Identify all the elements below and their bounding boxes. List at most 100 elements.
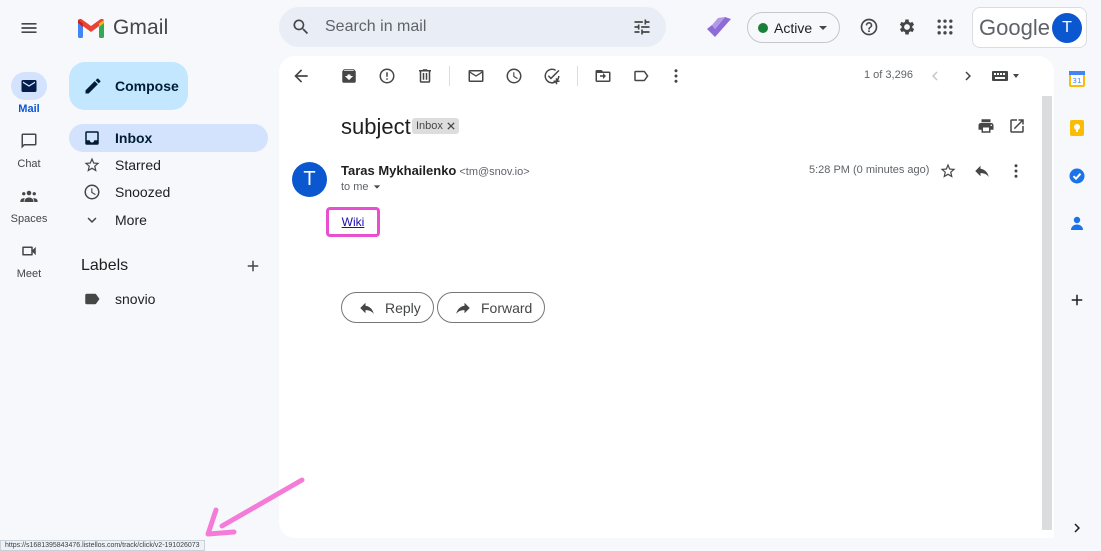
more-options-button[interactable] [666,66,686,86]
reply-button[interactable]: Reply [341,292,434,323]
forward-icon [456,302,470,314]
gear-icon [899,19,915,35]
recipient-details[interactable]: to me [341,181,381,193]
star-outline-icon [940,163,956,178]
chip-label: Inbox [416,120,443,132]
input-tools-button[interactable] [990,66,1022,86]
rail-chat-label: Chat [17,158,41,170]
add-task-icon [544,68,560,85]
star-button[interactable] [938,161,958,181]
star-outline-icon [84,157,100,172]
get-addons-button[interactable] [1066,289,1088,311]
trash-icon [419,69,431,83]
toolbar-divider [577,66,578,86]
calendar-app-button[interactable]: 31 [1066,68,1088,90]
inbox-icon [85,131,99,145]
plus-icon [247,260,259,272]
mark-unread-button[interactable] [466,66,486,86]
gmail-m-icon [78,18,104,38]
chat-icon [21,133,37,149]
snooze-button[interactable] [504,66,524,86]
account-switcher[interactable]: Google T [972,7,1087,48]
sender-email: <tm@snov.io> [459,166,530,178]
folder-move-icon [595,70,611,82]
rail-mail[interactable]: Mail [4,72,54,115]
older-button[interactable] [958,66,978,86]
message-scrollbar[interactable] [1042,96,1052,530]
forward-button[interactable]: Forward [437,292,546,323]
contacts-person-icon [1071,216,1083,230]
google-brand-text: Google [979,14,1050,40]
inbox-label-chip[interactable]: Inbox [412,118,459,134]
apps-button[interactable] [933,15,957,39]
reply-quick-button[interactable] [972,161,992,181]
tasks-app-button[interactable] [1066,165,1088,187]
arrow-back-icon [294,69,308,83]
link-hover-url: https://s1681395843476.listellos.com/tra… [0,540,205,551]
clock-icon [506,68,522,84]
delete-button[interactable] [415,66,435,86]
mail-icon [21,80,37,92]
rail-meet[interactable]: Meet [4,237,54,280]
apps-grid-icon [937,19,953,35]
archive-icon [342,69,356,83]
sidebar-item-label: More [115,212,147,228]
message-timestamp: 5:28 PM (0 minutes ago) [809,164,930,176]
sidebar-item-label: snovio [115,291,156,307]
sidebar-item-inbox[interactable]: Inbox [69,124,268,152]
assistant-logo-icon[interactable] [704,13,734,41]
compose-button[interactable]: Compose [69,62,188,110]
rail-chat[interactable]: Chat [4,127,54,170]
pencil-icon [85,78,101,94]
contacts-app-button[interactable] [1066,212,1088,234]
chevron-down-icon [87,217,97,223]
newer-button[interactable] [925,66,945,86]
menu-icon [21,23,37,33]
keep-app-button[interactable] [1066,117,1088,139]
sender-avatar[interactable]: T [292,162,327,197]
forward-label: Forward [481,299,533,316]
open-new-window-button[interactable] [1007,116,1027,136]
wiki-link[interactable]: Wiki [342,215,365,229]
sender-name: Taras Mykhailenko [341,163,457,178]
clock-icon [84,184,100,200]
sidebar-item-label: Inbox [115,130,153,146]
settings-button[interactable] [895,15,919,39]
move-to-button[interactable] [593,66,613,86]
sidebar-item-label: Starred [115,157,161,173]
rail-spaces[interactable]: Spaces [4,182,54,225]
message-more-button[interactable] [1006,161,1026,181]
add-task-button[interactable] [542,66,562,86]
report-spam-button[interactable] [377,66,397,86]
keyboard-icon [992,71,1019,81]
search-options-icon[interactable] [632,17,652,37]
back-button[interactable] [291,66,311,86]
search-input[interactable] [325,18,632,36]
sidebar-label-snovio[interactable]: snovio [69,285,268,313]
tasks-check-icon [1069,168,1085,184]
labels-button[interactable] [631,66,651,86]
print-button[interactable] [976,116,996,136]
gmail-logo[interactable]: Gmail [77,14,168,42]
chevron-right-icon [965,71,971,81]
archive-button[interactable] [339,66,359,86]
show-side-panel-button[interactable] [1066,517,1088,539]
account-avatar[interactable]: T [1052,13,1082,43]
sidebar-item-more[interactable]: More [69,206,268,234]
sidebar-item-starred[interactable]: Starred [69,151,268,179]
close-icon[interactable] [447,122,455,130]
calendar-icon: 31 [1069,71,1085,87]
search-icon[interactable] [291,17,311,37]
status-label: Active [774,19,813,36]
create-label-button[interactable] [244,257,262,275]
help-button[interactable] [857,15,881,39]
search-bar[interactable] [279,7,666,47]
labels-heading: Labels [81,257,129,274]
keep-bulb-icon [1070,120,1084,136]
recipient-label: to me [341,181,369,193]
label-tag-icon [85,293,100,305]
status-dropdown[interactable]: Active [747,12,840,43]
sender-line[interactable]: Taras Mykhailenko <tm@snov.io> [341,163,530,178]
main-menu-button[interactable] [14,13,44,43]
sidebar-item-snoozed[interactable]: Snoozed [69,178,268,206]
